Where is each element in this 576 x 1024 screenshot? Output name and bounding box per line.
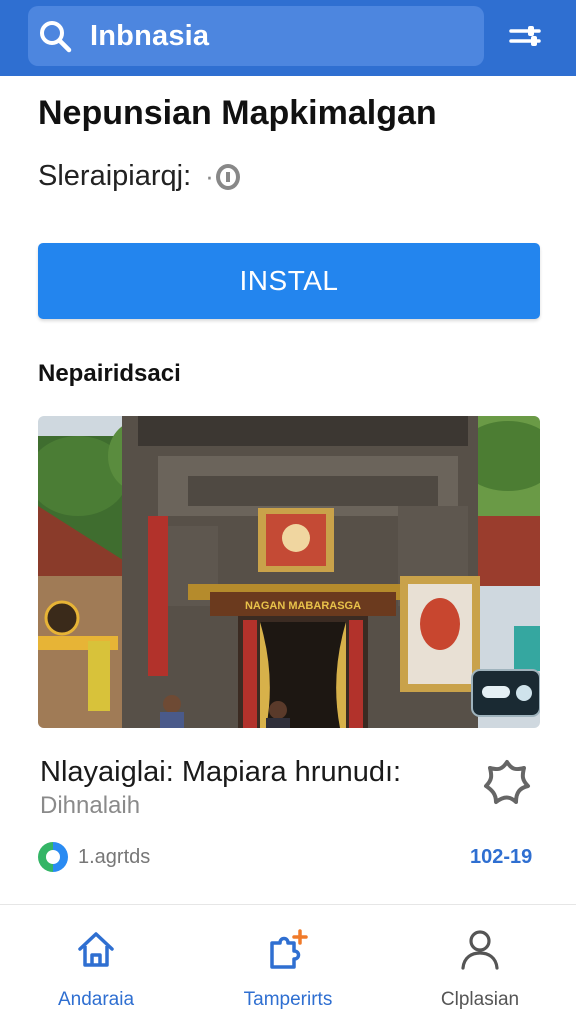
section-title: Nepairidsaci [38, 360, 181, 387]
share-icon[interactable] [480, 756, 534, 810]
nav-label-profile: Clplasian [440, 989, 520, 1010]
nav-item-templates[interactable]: Tamperirts [192, 905, 384, 1024]
filter-icon [509, 26, 541, 46]
temple-sign-text: NAGAN MABARASGA [245, 600, 361, 612]
card-subtitle: Dihnalaih [40, 792, 141, 819]
subtitle-value: · [205, 161, 240, 192]
temple-photo[interactable]: NAGAN MABARASGA [38, 416, 540, 728]
nav-label-templates: Tamperirts [243, 989, 333, 1010]
top-app-bar: Inbnasia [0, 0, 576, 76]
subtitle-row: Sleraipiarqj: · [38, 160, 240, 193]
nav-label-home: Andaraia [57, 989, 135, 1010]
info-icon [215, 163, 240, 190]
search-input[interactable]: Inbnasia [28, 6, 484, 66]
home-icon [78, 932, 114, 967]
meta-number: 102-19 [470, 846, 533, 868]
temple-image: NAGAN MABARASGA [38, 416, 540, 728]
subtitle-value-text: · [205, 161, 214, 191]
meta-text: 1.agrtds [78, 845, 151, 868]
main-content: Nepunsian Mapkimalgan Sleraipiarqj: · IN… [8, 76, 568, 902]
app-badge-icon [38, 842, 68, 872]
search-value: Inbnasia [90, 19, 210, 52]
filter-button[interactable] [500, 12, 550, 60]
install-button[interactable]: INSTAL [38, 243, 540, 319]
search-icon [40, 21, 72, 53]
subtitle-label: Sleraipiarqj: [38, 160, 192, 192]
nav-item-home[interactable]: Andaraia [0, 905, 192, 1024]
card-title[interactable]: Nlayaiglai: Mapiara hrunudı: [40, 756, 401, 789]
meta-row: 1.agrtds [38, 842, 150, 872]
bottom-nav: Andaraia Tamperirts Clplasian [0, 904, 576, 1024]
page-title: Nepunsian Mapkimalgan [38, 94, 437, 132]
nav-item-profile[interactable]: Clplasian [384, 905, 576, 1024]
person-icon [461, 930, 499, 970]
puzzle-plus-icon [270, 929, 308, 969]
